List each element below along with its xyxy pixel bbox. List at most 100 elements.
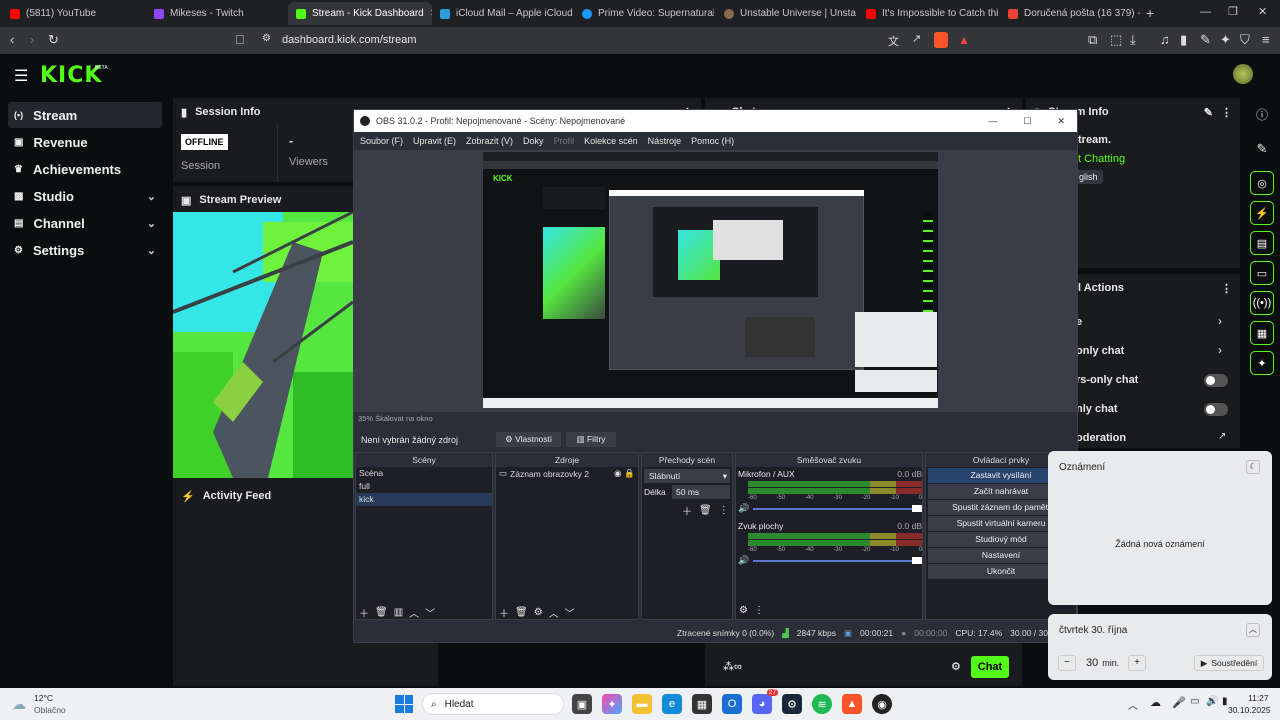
battery-icon[interactable]: ▮ (1222, 696, 1228, 707)
maximize-icon[interactable]: ☐ (1023, 116, 1031, 127)
duration-input[interactable]: 50 ms (672, 485, 730, 499)
edit-icon[interactable]: ✎ (1244, 141, 1280, 157)
sidebar-item-revenue[interactable]: ▣ Revenue (8, 129, 162, 155)
sidebar-item-settings[interactable]: ⚙ Settings ⌄ (8, 237, 162, 263)
tab-twitch[interactable]: Mikeses - Twitch (146, 2, 284, 25)
obs-icon[interactable]: ◉ (872, 694, 892, 714)
edge-icon[interactable]: e (662, 694, 682, 714)
sidebar-item-achievements[interactable]: ♛ Achievements (8, 156, 162, 182)
discord-icon[interactable]: ◕ 27 (752, 689, 778, 714)
brave-shields-icon[interactable] (934, 32, 948, 48)
edit-icon[interactable]: ✎ (1204, 106, 1213, 119)
menu-scene-collection[interactable]: Kolekce scén (584, 136, 638, 146)
tab-gmail[interactable]: Doručená pošta (16 379) - lada (1000, 2, 1140, 25)
store-icon[interactable]: ▦ (692, 694, 712, 714)
transition-select[interactable]: Slábnutí ▾ (644, 469, 730, 483)
decrease-minutes-button[interactable]: − (1058, 655, 1076, 671)
close-icon[interactable]: ✕ (1057, 116, 1065, 127)
toggle-followers-only[interactable] (1204, 374, 1228, 387)
menu-view[interactable]: Zobrazit (V) (466, 136, 513, 146)
document-icon[interactable]: ▤ (1250, 231, 1274, 255)
more-options-icon[interactable]: ⋮ (1221, 282, 1232, 295)
gear-icon[interactable]: ⚙ (739, 605, 748, 616)
focus-button[interactable]: ▶ Soustředění (1194, 655, 1264, 671)
chevron-right-icon[interactable]: › (1218, 343, 1222, 357)
onedrive-icon[interactable]: ☁ (1150, 696, 1161, 709)
back-icon[interactable]: ‹ (10, 32, 14, 47)
chevron-up-icon[interactable]: ︿ (1128, 697, 1138, 712)
scene-item[interactable]: full (356, 480, 492, 493)
camera-icon[interactable]: ◎ (1250, 171, 1274, 195)
mod-action-1[interactable]: only chat (1076, 345, 1124, 357)
menu-tools[interactable]: Nástroje (648, 136, 682, 146)
clock-time[interactable]: 11:27 (1248, 693, 1269, 703)
menu-help[interactable]: Pomoc (H) (691, 136, 734, 146)
minimize-icon[interactable]: — (1200, 6, 1211, 18)
move-up-icon[interactable]: ︿ (409, 605, 419, 620)
start-icon[interactable] (395, 695, 413, 713)
chat-send-button[interactable]: Chat (971, 656, 1009, 678)
more-options-icon[interactable]: ⋮ (754, 605, 764, 616)
site-settings-icon[interactable]: ⚙ (262, 33, 271, 44)
weather-icon[interactable]: ☁ (12, 696, 26, 713)
bookmark-icon[interactable]: ⎕ (236, 32, 244, 48)
tab-icloud[interactable]: iCloud Mail – Apple iCloud (432, 2, 572, 25)
network-icon[interactable]: ▭ (1190, 696, 1199, 707)
file-explorer-icon[interactable]: ▬ (632, 694, 652, 714)
reload-icon[interactable]: ↻ (48, 32, 59, 48)
eye-icon[interactable]: ◉ (614, 468, 621, 479)
external-link-icon[interactable]: ↗ (1218, 431, 1226, 442)
leo-ai-icon[interactable]: ✦ (1220, 32, 1231, 48)
emote-icon[interactable]: ⁂∞ (723, 660, 742, 673)
screenshot-icon[interactable]: ⬚ (1110, 32, 1122, 48)
sidebar-item-studio[interactable]: ▩ Studio ⌄ (8, 183, 162, 209)
chat-bubble-icon[interactable]: ▭ (1250, 261, 1274, 285)
tab-youtube[interactable]: (5811) YouTube (2, 2, 142, 25)
lightning-icon[interactable]: ⚡ (1250, 201, 1274, 225)
kick-logo[interactable]: KICK (40, 63, 102, 88)
tab-prime-video[interactable]: Prime Video: Supernatural: The (574, 2, 714, 25)
avatar[interactable] (1233, 64, 1253, 84)
steam-icon[interactable]: ⚙ (782, 694, 802, 714)
task-view-icon[interactable]: ▣ (572, 694, 592, 714)
properties-button[interactable]: ⚙ Vlastnosti (496, 432, 561, 447)
move-down-icon[interactable]: ﹀ (565, 605, 575, 620)
stream-category[interactable]: t Chatting (1078, 153, 1125, 165)
microphone-icon[interactable]: 🎤 (1172, 696, 1186, 709)
scale-selector[interactable]: 35% Škálovat na okno (354, 414, 464, 426)
menu-docks[interactable]: Doky (523, 136, 544, 146)
sidebar-icon[interactable]: ▮ (1180, 32, 1187, 48)
broadcast-icon[interactable]: ((•)) (1250, 291, 1274, 315)
toggle-chat-mode[interactable] (1204, 403, 1228, 416)
maximize-icon[interactable]: ❐ (1228, 5, 1238, 18)
outlook-icon[interactable]: O (722, 694, 742, 714)
menu-icon[interactable]: ≡ (1262, 32, 1270, 47)
tab-kick-dashboard[interactable]: Stream - Kick Dashboard✕ (288, 2, 432, 25)
volume-slider[interactable] (753, 556, 922, 564)
brave-icon[interactable]: ▲ (842, 694, 862, 714)
filter-icon[interactable]: ▥ (394, 607, 403, 618)
brave-rewards-icon[interactable]: ▲ (958, 33, 970, 47)
source-item[interactable]: ▭ Záznam obrazovky 2 ◉ 🔒 (496, 467, 638, 480)
sidebar-item-stream[interactable]: (•) Stream (8, 102, 162, 128)
layout-icon[interactable]: ▦ (1250, 321, 1274, 345)
gear-icon[interactable]: ⚙ (534, 607, 543, 618)
new-tab-icon[interactable]: + (1146, 5, 1154, 21)
spotify-icon[interactable]: ≋ (812, 694, 832, 714)
do-not-disturb-icon[interactable]: ☾ (1246, 460, 1260, 474)
clock-date[interactable]: 30.10.2025 (1228, 705, 1271, 715)
trash-icon[interactable]: 🗑 (515, 607, 528, 618)
scene-item[interactable]: Scéna (356, 467, 492, 480)
close-window-icon[interactable]: ✕ (1258, 5, 1267, 18)
speaker-icon[interactable]: 🔊 (738, 503, 749, 514)
volume-icon[interactable]: 🔊 (1206, 696, 1218, 707)
add-icon[interactable]: ＋ (359, 605, 369, 620)
add-icon[interactable]: ＋ (682, 503, 692, 518)
vpn-icon[interactable]: ⛉ (1240, 32, 1250, 48)
tab-unstable-universe[interactable]: Unstable Universe | Unstable U (716, 2, 856, 25)
sidebar-item-channel[interactable]: ▤ Channel ⌄ (8, 210, 162, 236)
download-icon[interactable]: ⤓ (1130, 32, 1136, 48)
trash-icon[interactable]: 🗑 (375, 607, 388, 618)
forward-icon[interactable]: › (30, 32, 34, 47)
volume-slider[interactable] (753, 504, 922, 512)
